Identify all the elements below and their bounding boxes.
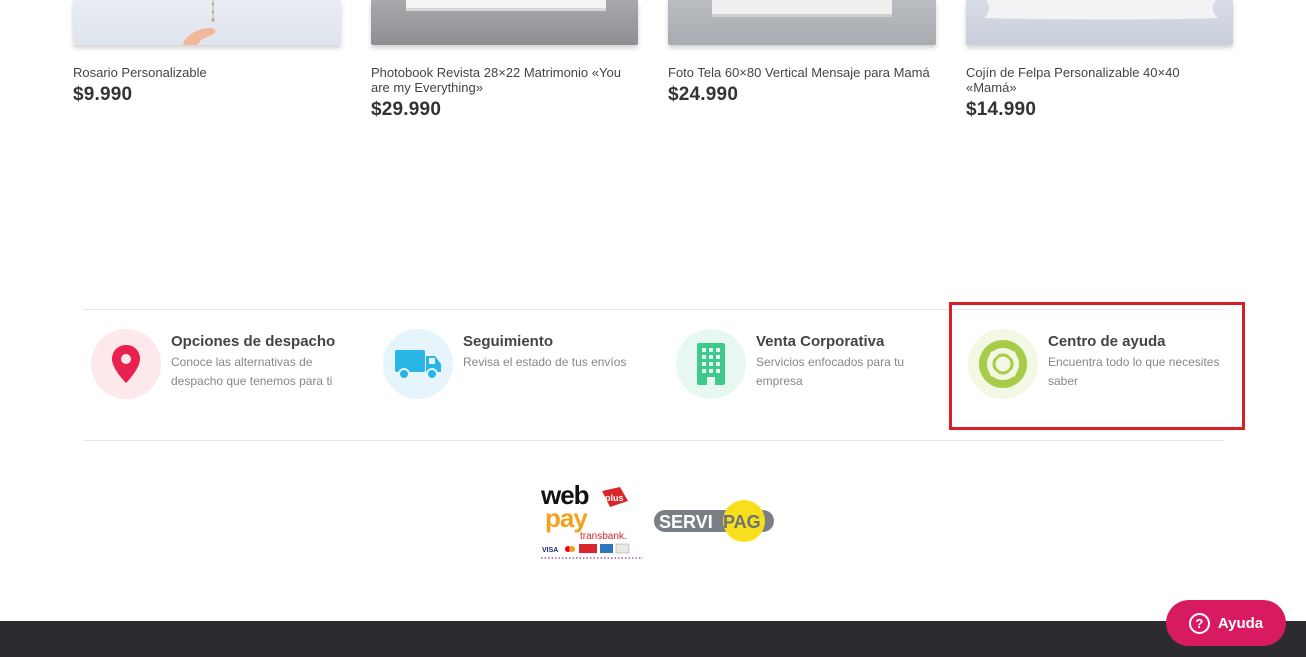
- service-desc: Servicios enfocados para tu empresa: [756, 355, 905, 388]
- svg-text:pay: pay: [545, 503, 588, 533]
- service-icon-circle: [91, 329, 161, 399]
- highlight-box: [949, 302, 1245, 430]
- service-title[interactable]: Opciones de despacho: [171, 333, 335, 350]
- service-corporate[interactable]: Venta Corporativa Servicios enfocados pa…: [668, 329, 928, 401]
- product-card[interactable]: Rosario Personalizable $9.990: [73, 0, 341, 106]
- product-image[interactable]: [966, 0, 1233, 45]
- location-pin-icon: [112, 345, 140, 383]
- product-image[interactable]: [668, 0, 936, 45]
- related-products: Rosario Personalizable $9.990 Photobook …: [73, 0, 1233, 140]
- product-name[interactable]: Photobook Revista 28×22 Matrimonio «You …: [371, 65, 638, 95]
- product-card[interactable]: Foto Tela 60×80 Vertical Mensaje para Ma…: [668, 0, 936, 106]
- servipag-logo: SERVI PAG: [653, 499, 775, 543]
- svg-text:SERVI: SERVI: [659, 512, 713, 532]
- product-card[interactable]: Photobook Revista 28×22 Matrimonio «You …: [371, 0, 638, 121]
- webpay-logo: web pay plus transbank. VISA: [540, 480, 646, 561]
- canvas-image: [712, 0, 892, 17]
- product-image[interactable]: [371, 0, 638, 45]
- hand-image: [183, 0, 216, 45]
- product-name[interactable]: Rosario Personalizable: [73, 65, 341, 80]
- svg-text:transbank.: transbank.: [580, 531, 627, 542]
- service-desc: Revisa el estado de tus envíos: [463, 355, 627, 369]
- product-name[interactable]: Cojín de Felpa Personalizable 40×40 «Mam…: [966, 65, 1233, 95]
- divider: [83, 440, 1223, 441]
- product-price: $29.990: [371, 99, 442, 120]
- help-button-label: Ayuda: [1217, 614, 1264, 632]
- service-title[interactable]: Venta Corporativa: [756, 333, 884, 350]
- question-icon: ?: [1188, 612, 1210, 634]
- photobook-image: [406, 0, 606, 11]
- footer: [0, 621, 1306, 657]
- service-icon-circle: [383, 329, 453, 399]
- service-tracking[interactable]: Seguimiento Revisa el estado de tus enví…: [375, 329, 635, 401]
- product-name[interactable]: Foto Tela 60×80 Vertical Mensaje para Ma…: [668, 65, 936, 80]
- product-price: $24.990: [668, 84, 739, 105]
- help-button[interactable]: ? Ayuda: [1166, 600, 1286, 646]
- service-shipping[interactable]: Opciones de despacho Conoce las alternat…: [83, 329, 343, 401]
- product-price: $14.990: [966, 99, 1037, 120]
- service-icon-circle: [676, 329, 746, 399]
- service-title[interactable]: Seguimiento: [463, 333, 553, 350]
- product-card[interactable]: Cojín de Felpa Personalizable 40×40 «Mam…: [966, 0, 1233, 121]
- svg-text:VISA: VISA: [542, 547, 558, 554]
- cushion-image: [984, 0, 1218, 20]
- svg-text:PAG: PAG: [723, 512, 761, 532]
- product-price: $9.990: [73, 84, 133, 105]
- service-desc: Conoce las alternativas de despacho que …: [171, 355, 333, 388]
- building-icon: [697, 343, 725, 385]
- svg-text:plus: plus: [605, 493, 624, 503]
- product-image[interactable]: [73, 0, 341, 45]
- truck-icon: [395, 350, 441, 380]
